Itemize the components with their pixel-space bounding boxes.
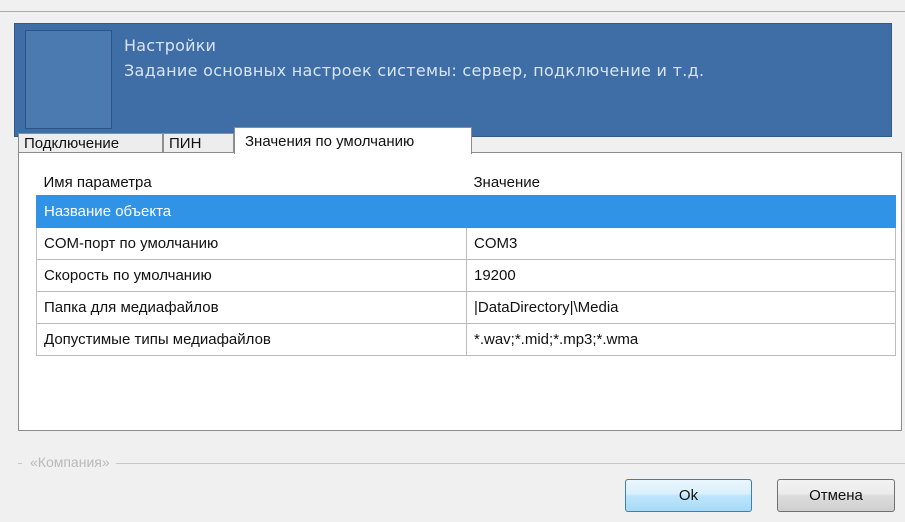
tab-connection[interactable]: Подключение <box>18 133 163 153</box>
column-header-name[interactable]: Имя параметра <box>36 169 467 196</box>
param-value-cell[interactable]: COM3 <box>466 227 896 260</box>
header-banner: Настройки Задание основных настроек сист… <box>14 23 892 137</box>
cancel-button[interactable]: Отмена <box>777 479 895 512</box>
company-label: «Компания» <box>22 454 116 470</box>
grid-header-row: Имя параметра Значение <box>36 169 896 196</box>
param-name-cell[interactable]: COM-порт по умолчанию <box>36 227 467 260</box>
param-value-cell[interactable]: 19200 <box>466 259 896 292</box>
table-row[interactable]: Допустимые типы медиафайлов *.wav;*.mid;… <box>36 323 896 356</box>
table-row[interactable]: Скорость по умолчанию 19200 <box>36 259 896 292</box>
header-title: Настройки <box>124 36 217 55</box>
param-value-cell[interactable] <box>466 195 896 228</box>
window-top-divider <box>0 11 905 12</box>
tab-defaults[interactable]: Значения по умолчанию <box>234 127 472 154</box>
parameters-grid: Имя параметра Значение Название объекта … <box>36 169 896 356</box>
settings-icon <box>25 30 112 129</box>
column-header-value[interactable]: Значение <box>466 169 896 196</box>
defaults-tab-panel: Имя параметра Значение Название объекта … <box>18 152 902 431</box>
param-value-cell[interactable]: *.wav;*.mid;*.mp3;*.wma <box>466 323 896 356</box>
param-name-cell[interactable]: Допустимые типы медиафайлов <box>36 323 467 356</box>
param-name-cell[interactable]: Название объекта <box>36 195 467 228</box>
ok-button[interactable]: Ok <box>625 479 752 512</box>
param-value-cell[interactable]: |DataDirectory|\Media <box>466 291 896 324</box>
param-name-cell[interactable]: Скорость по умолчанию <box>36 259 467 292</box>
param-name-cell[interactable]: Папка для медиафайлов <box>36 291 467 324</box>
company-separator <box>18 463 905 464</box>
table-row[interactable]: Папка для медиафайлов |DataDirectory|\Me… <box>36 291 896 324</box>
table-row[interactable]: Название объекта <box>36 195 896 228</box>
tab-pin[interactable]: ПИН <box>163 133 234 153</box>
header-subtitle: Задание основных настроек системы: серве… <box>124 61 705 80</box>
table-row[interactable]: COM-порт по умолчанию COM3 <box>36 227 896 260</box>
